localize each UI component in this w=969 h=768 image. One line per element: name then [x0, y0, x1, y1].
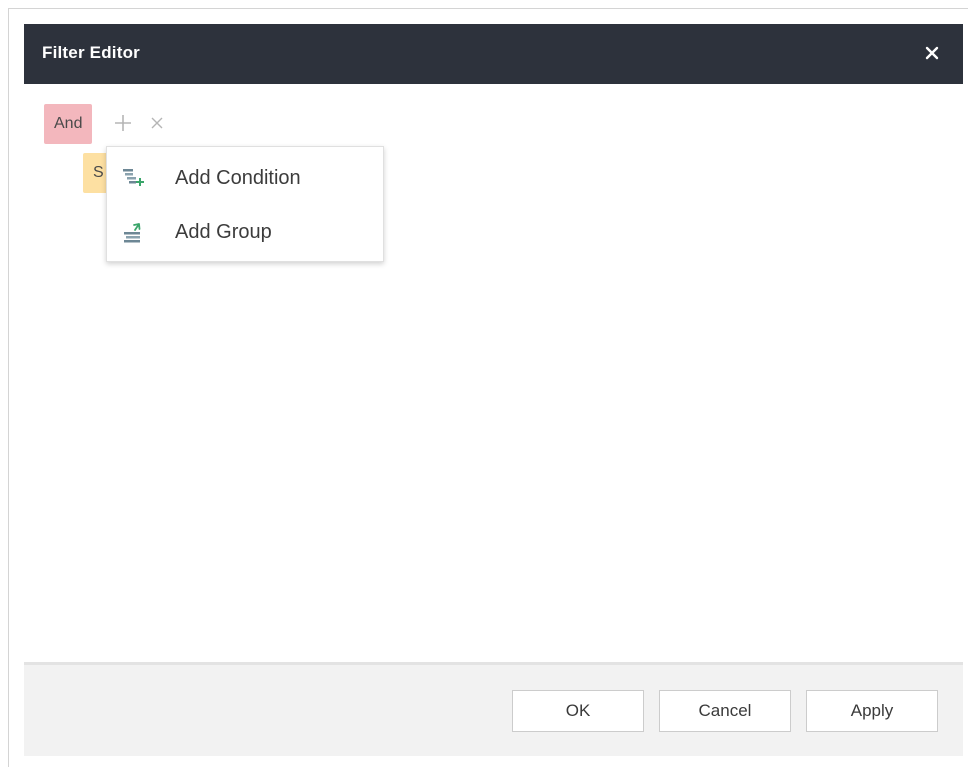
dialog-footer: OK Cancel Apply — [24, 662, 963, 756]
menu-item-add-condition[interactable]: Add Condition — [107, 153, 383, 203]
cancel-button[interactable]: Cancel — [659, 690, 791, 732]
group-operator-button[interactable]: And — [44, 104, 93, 144]
menu-item-add-group[interactable]: Add Group — [107, 207, 383, 257]
remove-icon[interactable] — [149, 115, 165, 131]
add-condition-icon — [121, 167, 145, 189]
plus-icon[interactable] — [112, 112, 134, 134]
apply-button[interactable]: Apply — [806, 690, 938, 732]
filter-editor-dialog: Filter Editor S And Add Condition Add Gr… — [24, 24, 963, 756]
dialog-titlebar: Filter Editor — [24, 24, 963, 84]
condition-field-text: S — [93, 164, 104, 181]
menu-item-label: Add Group — [175, 221, 272, 243]
dialog-title: Filter Editor — [42, 43, 140, 62]
add-group-icon — [121, 221, 145, 243]
close-icon[interactable] — [921, 42, 943, 64]
menu-item-label: Add Condition — [175, 167, 301, 189]
add-context-menu: Add Condition Add Group — [106, 146, 384, 262]
ok-button[interactable]: OK — [512, 690, 644, 732]
filter-editor-content: S And Add Condition Add Group — [24, 84, 963, 662]
